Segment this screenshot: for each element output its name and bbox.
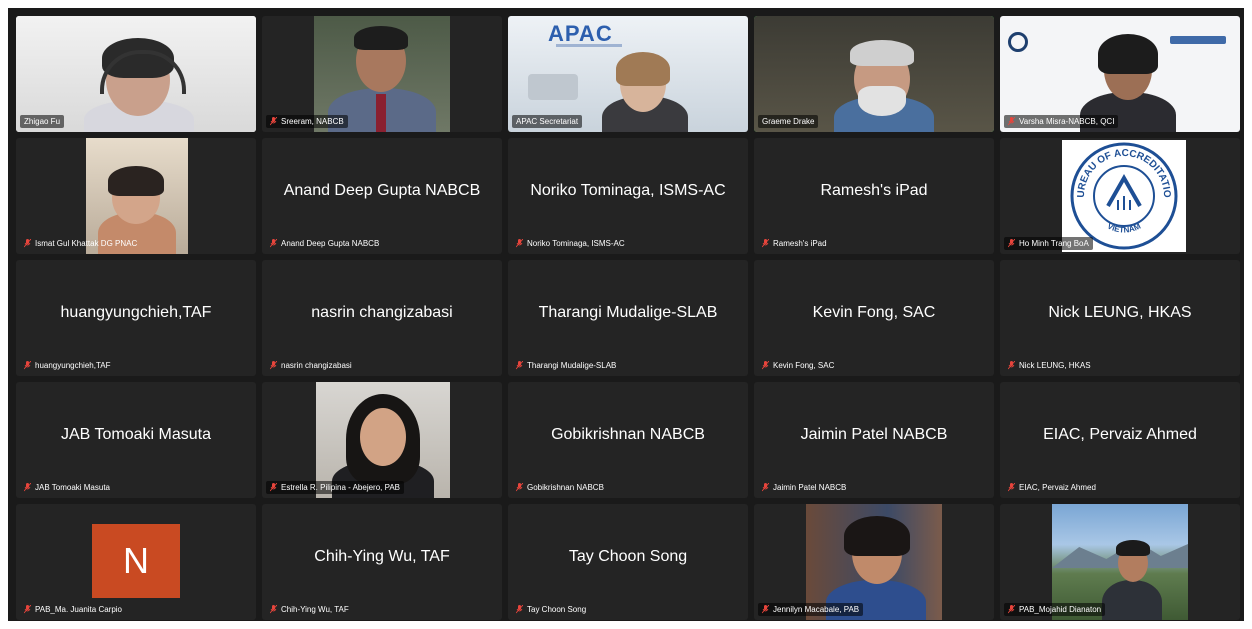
participant-name-label: EIAC, Pervaiz Ahmed [1004,481,1100,494]
muted-mic-icon [270,239,277,248]
participant-tile-anand-deep-gupta[interactable]: Anand Deep Gupta NABCB Anand Deep Gupta … [262,138,502,254]
participant-name-label: Sreeram, NABCB [266,115,348,128]
participant-tile-ramesh-ipad[interactable]: Ramesh's iPad Ramesh's iPad [754,138,994,254]
participant-tile-ho-minh-trang[interactable]: BUREAU OF ACCREDITATION VIETNAM Ho Minh … [1000,138,1240,254]
muted-mic-icon [270,117,277,126]
participant-tile-chih-ying-wu[interactable]: Chih-Ying Wu, TAF Chih-Ying Wu, TAF [262,504,502,620]
muted-mic-icon [516,239,523,248]
participant-name-label: PAB_Ma. Juanita Carpio [20,603,126,616]
participant-tile-kevin-fong[interactable]: Kevin Fong, SAC Kevin Fong, SAC [754,260,994,376]
participant-tile-tharangi-mudalige[interactable]: Tharangi Mudalige-SLAB Tharangi Mudalige… [508,260,748,376]
participant-display-name: Kevin Fong, SAC [812,304,936,321]
participant-name-label: Estrella R. Pilipina - Abejero, PAB [266,481,405,494]
participant-tile-nick-leung[interactable]: Nick LEUNG, HKAS Nick LEUNG, HKAS [1000,260,1240,376]
muted-mic-icon [516,361,523,370]
participant-name-label: Ramesh's iPad [758,237,831,250]
muted-mic-icon [1008,239,1015,248]
initial-avatar: N [92,524,180,598]
participant-display-name: nasrin changizabasi [311,304,453,321]
participant-display-name: Noriko Tominaga, ISMS-AC [530,182,726,199]
participant-tile-juanita-carpio[interactable]: N PAB_Ma. Juanita Carpio [16,504,256,620]
participant-tile-huangyungchieh[interactable]: huangyungchieh,TAF huangyungchieh,TAF [16,260,256,376]
muted-mic-icon [516,483,523,492]
participant-display-name: Gobikrishnan NABCB [551,426,705,443]
muted-mic-icon [516,605,523,614]
participant-name-label: Tharangi Mudalige-SLAB [512,359,620,372]
muted-mic-icon [762,361,769,370]
participant-name-label: Jaimin Patel NABCB [758,481,850,494]
participant-name-label: Gobikrishnan NABCB [512,481,608,494]
participant-name-label: Varsha Misra-NABCB, QCI [1004,115,1119,128]
participant-name-label: JAB Tomoaki Masuta [20,481,114,494]
muted-mic-icon [1008,117,1015,126]
participant-tile-tay-choon-song[interactable]: Tay Choon Song Tay Choon Song [508,504,748,620]
muted-mic-icon [24,605,31,614]
participant-name-label: Anand Deep Gupta NABCB [266,237,383,250]
participant-name-label: Tay Choon Song [512,603,590,616]
participant-tile-nasrin-changizabasi[interactable]: nasrin changizabasi nasrin changizabasi [262,260,502,376]
participant-display-name: Tay Choon Song [568,548,688,565]
participant-tile-jaimin-patel[interactable]: Jaimin Patel NABCB Jaimin Patel NABCB [754,382,994,498]
muted-mic-icon [762,483,769,492]
participant-display-name: Ramesh's iPad [820,182,928,199]
muted-mic-icon [1008,605,1015,614]
participant-name-label: Noriko Tominaga, ISMS-AC [512,237,629,250]
participant-tile-estrella-pilipina[interactable]: Estrella R. Pilipina - Abejero, PAB [262,382,502,498]
participant-tile-varsha-misra[interactable]: Varsha Misra-NABCB, QCI [1000,16,1240,132]
muted-mic-icon [24,361,31,370]
participant-tile-ismat-gul-khattak[interactable]: Ismat Gul Khattak DG PNAC [16,138,256,254]
participant-name-label: Ismat Gul Khattak DG PNAC [20,237,141,250]
muted-mic-icon [1008,483,1015,492]
muted-mic-icon [1008,361,1015,370]
muted-mic-icon [270,483,277,492]
muted-mic-icon [762,239,769,248]
participant-name-label: nasrin changizabasi [266,359,356,372]
accreditation-seal-logo: BUREAU OF ACCREDITATION VIETNAM [1058,138,1186,252]
meeting-gallery-view: Zhigao Fu Sreeram, NABCB APAC APAC Secre… [8,8,1244,621]
participant-display-name: Jaimin Patel NABCB [800,426,948,443]
participant-tile-sreeram[interactable]: Sreeram, NABCB [262,16,502,132]
participant-name-label: Nick LEUNG, HKAS [1004,359,1095,372]
participant-name-label: Kevin Fong, SAC [758,359,838,372]
participant-tile-apac-secretariat[interactable]: APAC APAC Secretariat [508,16,748,132]
participant-name-label: Jennilyn Macabale, PAB [758,603,864,616]
participant-display-name: Tharangi Mudalige-SLAB [538,304,718,321]
participant-tile-noriko-tominaga[interactable]: Noriko Tominaga, ISMS-AC Noriko Tominaga… [508,138,748,254]
participant-tile-jab-tomoaki-masuta[interactable]: JAB Tomoaki Masuta JAB Tomoaki Masuta [16,382,256,498]
participant-name-label: Graeme Drake [758,115,819,128]
participant-display-name: Anand Deep Gupta NABCB [283,182,481,199]
participant-tile-jennilyn-macabale[interactable]: Jennilyn Macabale, PAB [754,504,994,620]
participant-name-label: PAB_Mojahid Dianaton [1004,603,1106,616]
muted-mic-icon [270,605,277,614]
participant-display-name: JAB Tomoaki Masuta [61,426,211,443]
muted-mic-icon [270,361,277,370]
participant-display-name: huangyungchieh,TAF [60,304,212,321]
participant-name-label: APAC Secretariat [512,115,583,128]
participant-name-label: Ho Minh Trang BoA [1004,237,1093,250]
svg-text:VIETNAM: VIETNAM [1106,221,1143,234]
participant-grid: Zhigao Fu Sreeram, NABCB APAC APAC Secre… [16,16,1240,620]
muted-mic-icon [762,605,769,614]
participant-name-label: huangyungchieh,TAF [20,359,114,372]
muted-mic-icon [24,239,31,248]
participant-display-name: EIAC, Pervaiz Ahmed [1043,426,1197,443]
participant-name-label: Zhigao Fu [20,115,65,128]
participant-tile-graeme-drake[interactable]: Graeme Drake [754,16,994,132]
participant-tile-zhigao-fu[interactable]: Zhigao Fu [16,16,256,132]
participant-tile-eiac-pervaiz-ahmed[interactable]: EIAC, Pervaiz Ahmed EIAC, Pervaiz Ahmed [1000,382,1240,498]
participant-tile-gobikrishnan[interactable]: Gobikrishnan NABCB Gobikrishnan NABCB [508,382,748,498]
participant-display-name: Nick LEUNG, HKAS [1048,304,1192,321]
participant-display-name: Chih-Ying Wu, TAF [314,548,450,565]
participant-tile-mojahid-dianaton[interactable]: PAB_Mojahid Dianaton [1000,504,1240,620]
participant-name-label: Chih-Ying Wu, TAF [266,603,353,616]
muted-mic-icon [24,483,31,492]
